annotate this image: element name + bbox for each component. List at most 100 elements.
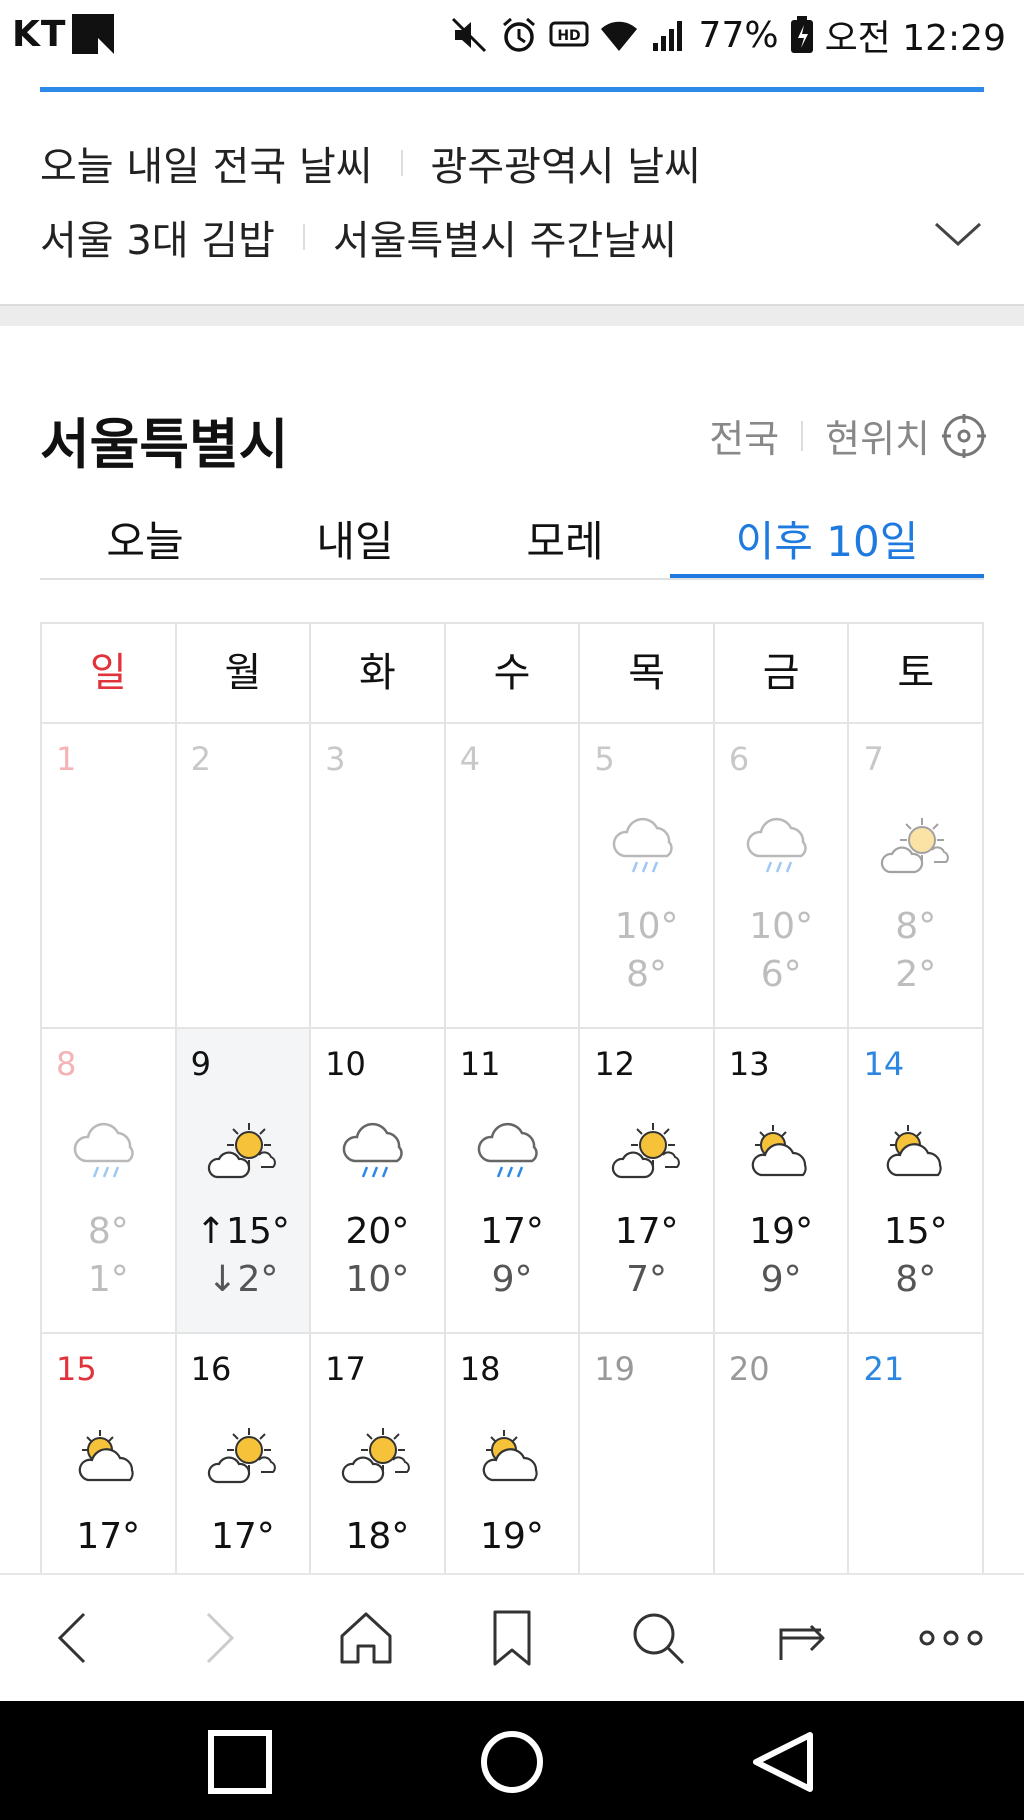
calendar-day-cell[interactable]: 7 8° 2° [849, 724, 982, 1027]
forecast-tabs: 오늘 내일 모레 이후 10일 [40, 496, 984, 580]
partly-cloudy-icon [68, 1422, 148, 1492]
current-location-link[interactable]: 현위치 [825, 408, 930, 463]
partly-cloudy-icon [876, 1117, 956, 1187]
calendar-week: 1 2 3 4 5 10° 8° 6 10° 6° 7 8° 2° [40, 724, 984, 1029]
day-number: 8 [56, 1045, 77, 1083]
high-temp: 20° [345, 1211, 410, 1252]
weekday-header: 일 월 화 수 목 금 토 [40, 622, 984, 724]
divider [400, 150, 403, 176]
carrier-label: KT [12, 14, 67, 55]
day-number: 6 [728, 740, 750, 778]
high-temp: 17° [210, 1516, 275, 1557]
partly-cloudy-icon [741, 1117, 821, 1187]
related-link[interactable]: 오늘 내일 전국 날씨 [40, 134, 373, 192]
browser-toolbar [0, 1573, 1024, 1701]
rain-cloud-icon [741, 812, 821, 882]
bookmark-button[interactable] [477, 1603, 547, 1673]
day-number: 9 [190, 1045, 211, 1083]
low-temp: 8° [626, 954, 668, 995]
location-links: 전국 현위치 [709, 408, 988, 463]
tab-10-days[interactable]: 이후 10일 [670, 496, 984, 578]
back-button[interactable] [38, 1603, 108, 1673]
calendar-day-cell[interactable]: 11 17° 9° [446, 1029, 581, 1332]
related-row: 서울 3대 김밥 서울특별시 주간날씨 [40, 208, 677, 266]
divider [801, 420, 804, 451]
day-number: 15 [56, 1350, 97, 1388]
note-icon [72, 14, 114, 54]
share-button[interactable] [770, 1603, 840, 1673]
low-temp: 1° [87, 1259, 129, 1300]
more-button[interactable] [916, 1603, 986, 1673]
search-button[interactable] [623, 1603, 693, 1673]
day-number: 1 [56, 740, 77, 778]
calendar-day-cell[interactable]: 5 10° 8° [580, 724, 715, 1027]
weekday-label: 토 [897, 650, 935, 696]
high-temp: 19° [480, 1516, 544, 1557]
low-temp: 9° [760, 1259, 802, 1300]
nation-link[interactable]: 전국 [709, 408, 779, 463]
day-number: 11 [459, 1045, 501, 1083]
related-link[interactable]: 서울특별시 주간날씨 [333, 208, 677, 266]
location-target-icon[interactable] [940, 412, 988, 460]
low-temp: 9° [491, 1259, 533, 1300]
tab-today[interactable]: 오늘 [40, 496, 250, 578]
low-temp: 2° [895, 954, 937, 995]
calendar-day-cell[interactable]: 6 10° 6° [715, 724, 850, 1027]
related-row: 오늘 내일 전국 날씨 광주광역시 날씨 [40, 134, 701, 192]
chevron-left-icon [58, 1612, 86, 1664]
calendar-day-cell[interactable]: 12 17° 7° [580, 1029, 715, 1332]
day-number: 7 [863, 740, 884, 778]
weekday-label: 수 [446, 624, 581, 722]
high-temp: 17° [614, 1211, 679, 1252]
weather-calendar: 일 월 화 수 목 금 토 1 2 3 4 5 10° 8° 6 10° 6° 7 8° 2° 8 8° 1°… [40, 622, 984, 1639]
day-number: 19 [594, 1350, 636, 1388]
home-icon [340, 1612, 392, 1664]
weekday-label: 목 [580, 624, 715, 722]
hd-icon: HD [549, 21, 589, 47]
mute-icon [451, 17, 486, 53]
chevron-right-icon [207, 1612, 235, 1664]
home-button[interactable] [331, 1603, 401, 1673]
tab-day-after[interactable]: 모레 [460, 496, 670, 578]
rain-cloud-icon [337, 1117, 417, 1187]
high-temp: 17° [480, 1211, 544, 1252]
more-icon [919, 1630, 983, 1646]
recent-apps-icon[interactable] [206, 1729, 276, 1795]
signal-icon [652, 21, 682, 51]
svg-text:HD: HD [557, 28, 580, 44]
high-temp: 8° [87, 1211, 129, 1252]
chevron-down-icon[interactable] [930, 214, 986, 254]
high-temp: 17° [76, 1516, 141, 1557]
home-nav-icon[interactable] [477, 1729, 547, 1795]
day-number: 5 [594, 740, 615, 778]
rain-cloud-icon [607, 812, 687, 882]
calendar-day-cell: 4 [446, 724, 581, 1027]
section-divider [0, 304, 1024, 326]
calendar-day-cell[interactable]: 10 20° 10° [311, 1029, 446, 1332]
share-icon [779, 1624, 825, 1660]
back-nav-icon[interactable] [748, 1729, 818, 1795]
calendar-day-cell[interactable]: 13 19° 9° [715, 1029, 850, 1332]
tab-tomorrow[interactable]: 내일 [250, 496, 460, 578]
sun-behind-cloud-icon [607, 1117, 687, 1187]
status-icons: HD 77% 오전 12:29 [449, 10, 1006, 60]
wifi-icon [600, 21, 637, 51]
high-temp: 8° [895, 906, 937, 947]
rain-cloud-icon [472, 1117, 552, 1187]
calendar-day-cell[interactable]: 8 8° 1° [42, 1029, 177, 1332]
sun-behind-cloud-icon [337, 1422, 417, 1492]
search-icon [633, 1613, 685, 1665]
high-temp: 10° [749, 906, 814, 947]
calendar-day-cell[interactable]: 9 ↑15° ↓2° [176, 1029, 312, 1332]
calendar-day-cell[interactable]: 14 15° 8° [849, 1029, 982, 1332]
weekday-label: 월 [177, 624, 312, 722]
forward-button[interactable] [184, 1603, 254, 1673]
related-link[interactable]: 서울 3대 김밥 [40, 208, 275, 266]
day-number: 4 [459, 740, 481, 778]
low-temp: 10° [345, 1259, 410, 1300]
high-temp: 15° [883, 1211, 948, 1252]
city-title: 서울특별시 [40, 413, 289, 476]
calendar-weeks: 1 2 3 4 5 10° 8° 6 10° 6° 7 8° 2° 8 8° 1° 9 ↑15° ↓2° 10 20° 1… [40, 724, 984, 1639]
related-link[interactable]: 광주광역시 날씨 [431, 134, 701, 192]
day-number: 16 [190, 1350, 232, 1388]
